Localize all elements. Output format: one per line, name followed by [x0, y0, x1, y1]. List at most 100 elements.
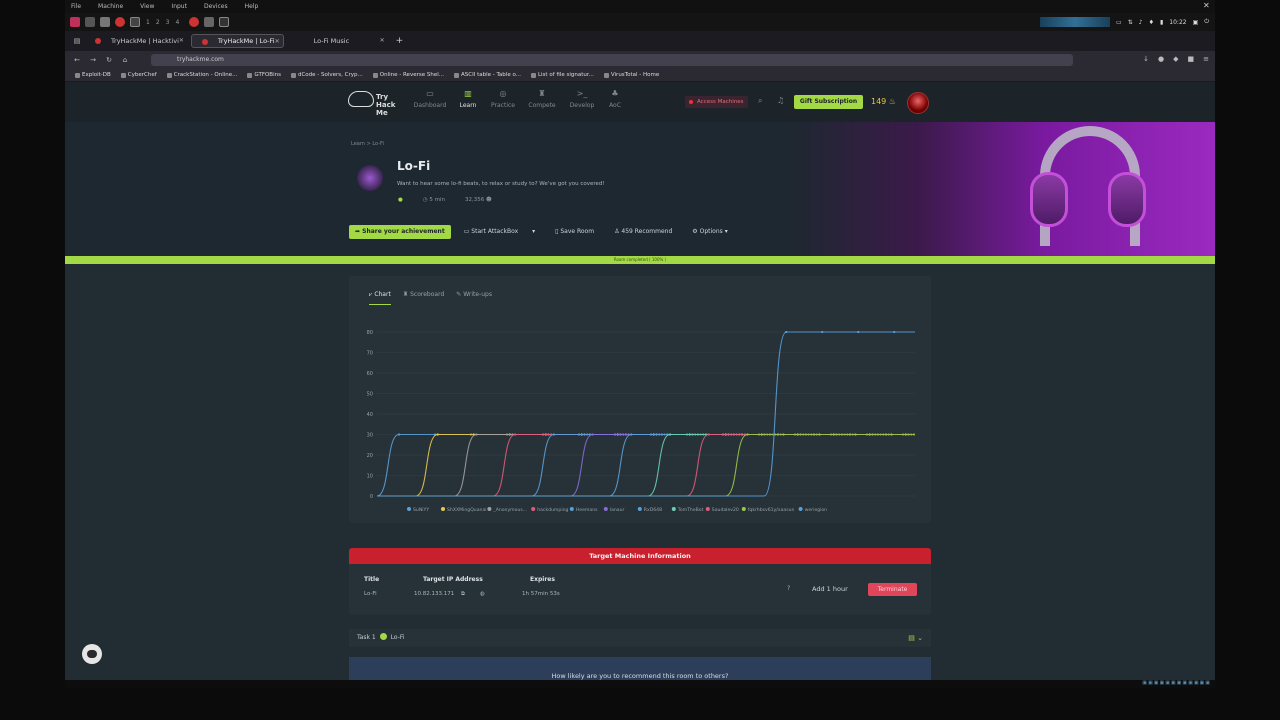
battery-icon[interactable]: ▮	[1160, 19, 1163, 26]
refresh-icon[interactable]: ◍	[480, 591, 485, 597]
gift-subscription-button[interactable]: Gift Subscription	[794, 95, 863, 109]
legend-label[interactable]: fqkrhbsv61y/xaasun	[748, 507, 795, 513]
legend-swatch[interactable]	[487, 507, 492, 511]
legend-swatch[interactable]	[531, 507, 536, 511]
download-icon[interactable]: ↓	[1143, 55, 1149, 63]
new-tab-icon[interactable]: +	[396, 36, 404, 46]
share-achievement-button[interactable]: ➦ Share your achievement	[349, 225, 451, 239]
bookmark-cyberchef[interactable]: CyberChef	[120, 72, 157, 78]
legend-swatch[interactable]	[603, 507, 608, 511]
home-icon[interactable]: ⌂	[121, 56, 129, 64]
nav-learn[interactable]: ▥ Learn	[448, 89, 488, 109]
window-icon[interactable]	[85, 17, 95, 27]
legend-label[interactable]: RxD648	[644, 507, 662, 513]
bookmark-exploit-db[interactable]: Exploit-DB	[75, 72, 111, 78]
legend-swatch[interactable]	[569, 507, 574, 511]
legend-label[interactable]: lanaur	[610, 507, 625, 513]
streak-counter[interactable]: 149 ♨	[871, 97, 896, 106]
lock-icon[interactable]: ▣	[1193, 19, 1199, 26]
tryhackme-logo[interactable]: Try Hack Me	[348, 89, 400, 117]
breadcrumb[interactable]: Learn > Lo-Fi	[351, 141, 384, 147]
recommend-button[interactable]: ♙ 459 Recommend	[607, 225, 679, 239]
editor-task-icon[interactable]	[204, 17, 215, 27]
task-1-header[interactable]: Task 1 Lo-Fi ▤ ⌄	[349, 629, 931, 647]
browser-tab-lofi[interactable]: TryHackMe | Lo-Fi ✕	[190, 34, 284, 48]
legend-label[interactable]: SuNiYY	[413, 507, 429, 513]
back-icon[interactable]: ←	[73, 56, 81, 64]
start-attackbox-button[interactable]: ▭ Start AttackBox ▾	[457, 225, 542, 239]
bookmark-crackstation[interactable]: CrackStation - Online...	[166, 72, 237, 78]
bookmark-gtfobins[interactable]: GTFOBins	[247, 72, 281, 78]
vm-menu-file[interactable]: File	[71, 3, 81, 10]
legend-swatch[interactable]	[407, 507, 411, 511]
network-icon[interactable]: ⇅	[1128, 19, 1133, 26]
legend-swatch[interactable]	[705, 507, 710, 511]
close-icon[interactable]: ✕	[1203, 2, 1211, 10]
forward-icon[interactable]: →	[89, 56, 97, 64]
task-expand-controls[interactable]: ▤ ⌄	[908, 629, 923, 647]
legend-label[interactable]: hackdumping	[537, 507, 568, 513]
help-icon[interactable]: ?	[787, 585, 790, 592]
vm-menu-machine[interactable]: Machine	[98, 3, 123, 10]
bookmark-ascii-table[interactable]: ASCII table - Table o...	[453, 72, 521, 78]
close-tab-icon[interactable]: ✕	[179, 37, 184, 44]
menu-icon[interactable]: ≡	[1203, 55, 1209, 63]
vm-menu-view[interactable]: View	[140, 3, 154, 10]
terminal-task-icon[interactable]	[219, 17, 230, 27]
browser-tab-lofi-music[interactable]: Lo-Fi Music ✕	[288, 34, 388, 48]
folder-icon[interactable]	[100, 17, 110, 27]
nav-compete[interactable]: ♜ Compete	[522, 89, 562, 109]
legend-swatch[interactable]	[798, 507, 803, 511]
legend-label[interactable]: _Anonymous...	[492, 507, 527, 513]
legend-label[interactable]: ShXXMingQuanai	[447, 507, 487, 513]
firefox-icon[interactable]	[115, 17, 125, 27]
workspace-1[interactable]: 1	[146, 19, 150, 26]
nav-dashboard[interactable]: ▭ Dashboard	[410, 89, 450, 109]
power-icon[interactable]: ⏻	[1204, 18, 1209, 26]
tab-list-icon[interactable]: ▤	[73, 37, 81, 45]
vm-menu-devices[interactable]: Devices	[204, 3, 228, 10]
terminate-button[interactable]: Terminate	[868, 583, 917, 596]
vm-menu-help[interactable]: Help	[245, 3, 259, 10]
tab-write-ups[interactable]: ✎ Write-ups	[456, 291, 492, 305]
workspace-4[interactable]: 4	[175, 19, 179, 26]
assistant-bot-icon[interactable]	[82, 644, 102, 664]
nav-practice[interactable]: ◎ Practice	[483, 89, 523, 109]
terminal-icon[interactable]	[130, 17, 140, 27]
bookmark-reverse-shell[interactable]: Online - Reverse Shel...	[372, 72, 444, 78]
workspace-3[interactable]: 3	[166, 19, 170, 26]
extension-icon[interactable]: ◆	[1173, 55, 1178, 63]
display-icon[interactable]: ▭	[1116, 19, 1122, 26]
target-ip-value[interactable]: 10.82.133.171	[414, 591, 454, 597]
tab-scoreboard[interactable]: ♜ Scoreboard	[403, 291, 444, 305]
bookmark-dcode[interactable]: dCode - Solvers, Cryp...	[290, 72, 363, 78]
user-avatar[interactable]	[907, 92, 929, 114]
clock[interactable]: 10:22	[1169, 19, 1186, 26]
nav-aoc[interactable]: ♣ AoC	[595, 89, 635, 109]
firefox-task-icon[interactable]	[189, 17, 200, 27]
close-tab-icon[interactable]: ✕	[275, 38, 280, 45]
legend-swatch[interactable]	[441, 507, 445, 511]
legend-swatch[interactable]	[671, 507, 676, 511]
legend-swatch[interactable]	[741, 507, 746, 511]
url-bar[interactable]: tryhackme.com	[151, 54, 1073, 66]
extension-icon[interactable]: ■	[1188, 55, 1195, 63]
bookmark-file-signatures[interactable]: List of file signatur...	[530, 72, 594, 78]
workspace-2[interactable]: 2	[156, 19, 160, 26]
save-room-button[interactable]: ▯ Save Room	[548, 225, 601, 239]
legend-label[interactable]: Saudalev20	[712, 507, 739, 513]
copy-icon[interactable]: ⧉	[461, 591, 465, 598]
vm-menu-input[interactable]: Input	[171, 3, 187, 10]
reload-icon[interactable]: ↻	[105, 56, 113, 64]
legend-swatch[interactable]	[637, 507, 642, 511]
browser-tab-hacktivities[interactable]: TryHackMe | Hacktivi ✕	[85, 34, 187, 48]
options-button[interactable]: ⚙ Options ▾	[685, 225, 734, 239]
bookmark-virustotal[interactable]: VirusTotal - Home	[603, 72, 659, 78]
account-icon[interactable]: ●	[1158, 55, 1164, 63]
volume-icon[interactable]: ♪	[1139, 19, 1143, 26]
tab-chart[interactable]: ⩗ Chart	[369, 291, 391, 305]
add-hour-button[interactable]: Add 1 hour	[812, 585, 848, 593]
legend-label[interactable]: Heemans	[576, 507, 598, 513]
notification-bell-icon[interactable]: ♫	[777, 96, 784, 105]
bell-icon[interactable]: ♦	[1149, 19, 1154, 26]
